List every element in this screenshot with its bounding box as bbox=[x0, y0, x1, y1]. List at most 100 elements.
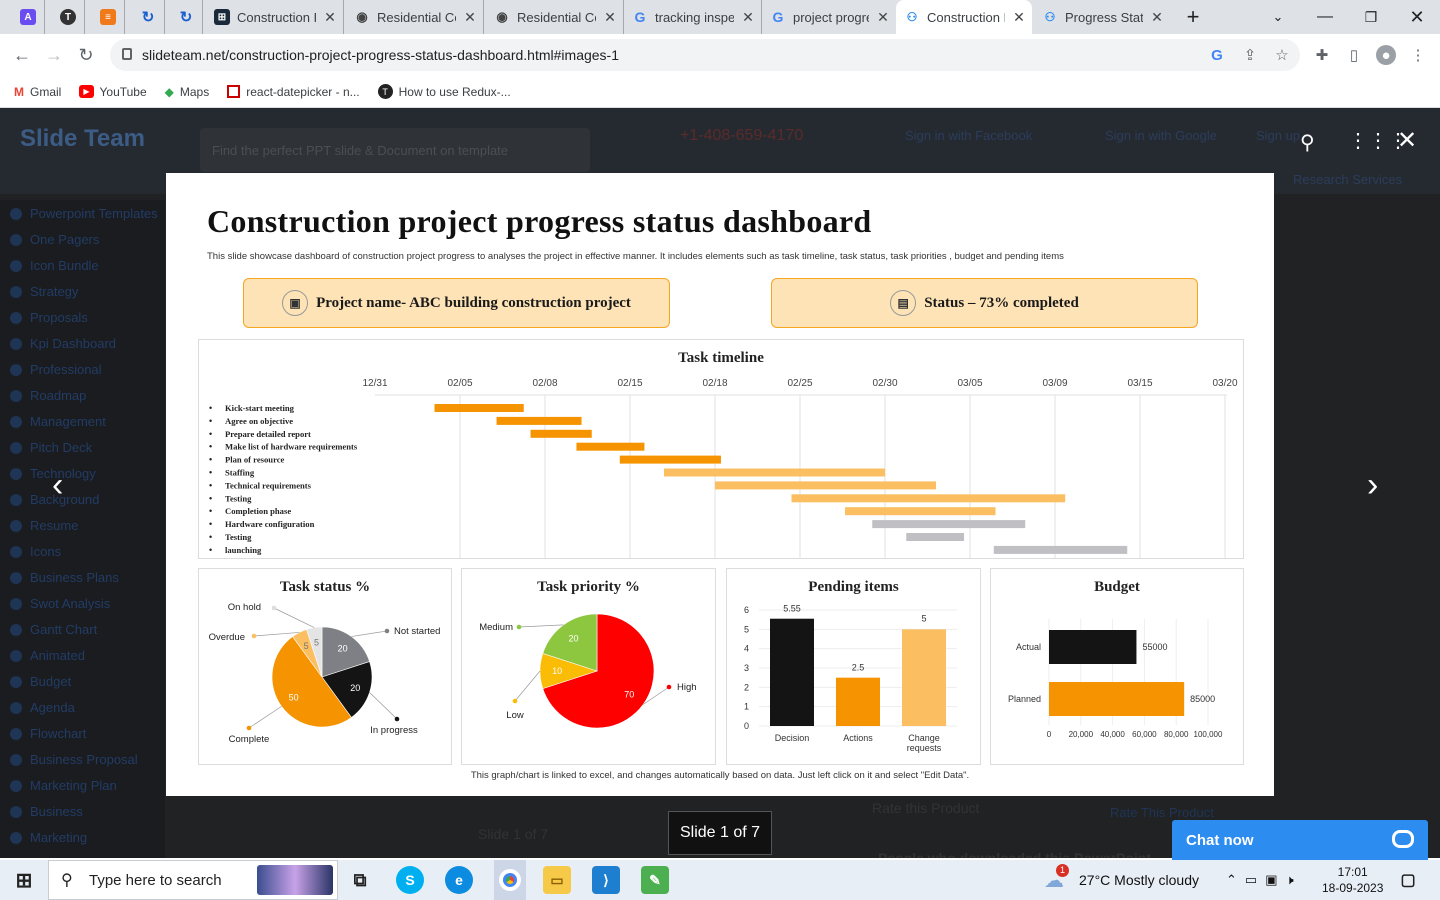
sidebar-item[interactable]: Proposals bbox=[10, 310, 88, 325]
sidebar-bullet-icon bbox=[10, 519, 22, 532]
tab-pinned-1[interactable]: A bbox=[12, 0, 45, 34]
chat-now-button[interactable]: Chat now bbox=[1172, 820, 1428, 860]
restore-icon[interactable]: ❐ bbox=[1348, 0, 1394, 34]
sidebar-item[interactable]: Budget bbox=[10, 674, 71, 689]
next-slide-chevron-icon[interactable]: › bbox=[1367, 466, 1378, 505]
file-explorer-icon[interactable]: ▭ bbox=[543, 866, 571, 894]
close-tab-icon[interactable]: ✕ bbox=[603, 9, 617, 26]
gantt-task-label: Prepare detailed report bbox=[225, 429, 311, 439]
bookmark-react-datepicker[interactable]: react-datepicker - n... bbox=[227, 85, 360, 99]
signin-google[interactable]: Sign in with Google bbox=[1105, 128, 1217, 143]
tab-construction-active[interactable]: ⚇ Construction P ✕ bbox=[896, 0, 1032, 34]
tab-residential-2[interactable]: ◉ Residential Co ✕ bbox=[486, 0, 624, 34]
tab-progress-status[interactable]: ⚇ Progress Statu ✕ bbox=[1034, 0, 1170, 34]
close-tab-icon[interactable]: ✕ bbox=[323, 9, 337, 26]
tray-chevron-icon[interactable]: ⌃ bbox=[1226, 872, 1237, 888]
tab-project-progress[interactable]: Gproject progre ✕ bbox=[762, 0, 896, 34]
windows-start-icon[interactable]: ⊞ bbox=[10, 866, 38, 894]
menu-kebab-icon[interactable]: ⋮ bbox=[1408, 45, 1428, 65]
close-tab-icon[interactable]: ✕ bbox=[1012, 9, 1026, 26]
sidebar-item[interactable]: Icon Bundle bbox=[10, 258, 99, 273]
gantt-x-tick: 02/18 bbox=[702, 378, 727, 389]
sidebar-item[interactable]: Swot Analysis bbox=[10, 596, 110, 611]
bar-y-tick: 0 bbox=[744, 721, 749, 731]
rate-product-link[interactable]: Rate This Product bbox=[1110, 805, 1214, 820]
extensions-icon[interactable]: ✚ bbox=[1312, 45, 1332, 65]
google-lens-icon[interactable]: G bbox=[1207, 45, 1227, 65]
sidebar-item[interactable]: Agenda bbox=[10, 700, 75, 715]
taskbar-search-input[interactable]: ⚲ Type here to search bbox=[48, 860, 338, 900]
bookmark-star-icon[interactable]: ☆ bbox=[1272, 45, 1292, 65]
signin-facebook[interactable]: Sign in with Facebook bbox=[905, 128, 1032, 143]
bookmark-maps[interactable]: ◆ Maps bbox=[165, 85, 210, 99]
sidebar-item[interactable]: Strategy bbox=[10, 284, 78, 299]
skype-icon[interactable]: S bbox=[396, 866, 424, 894]
sidebar-item[interactable]: Animated bbox=[10, 648, 85, 663]
bar-data-label: 5.55 bbox=[783, 604, 801, 614]
reload-icon[interactable]: ↻ bbox=[72, 41, 100, 69]
weather-widget[interactable]: ☁ 1 27°C Mostly cloudy bbox=[1044, 860, 1199, 900]
edge-icon[interactable]: e bbox=[445, 866, 473, 894]
close-tab-icon[interactable]: ✕ bbox=[463, 9, 477, 26]
forward-arrow-icon[interactable]: → bbox=[40, 41, 68, 69]
tab-construction-1[interactable]: ⊞ Construction P ✕ bbox=[206, 0, 344, 34]
sidebar-item[interactable]: Flowchart bbox=[10, 726, 86, 741]
sidebar-item[interactable]: Professional bbox=[10, 362, 102, 377]
clock[interactable]: 17:01 18-09-2023 bbox=[1322, 860, 1383, 900]
sidebar-item[interactable]: Business bbox=[10, 804, 83, 819]
site-logo[interactable]: Slide Team bbox=[20, 126, 160, 152]
share-icon[interactable]: ⇪ bbox=[1240, 45, 1260, 65]
bookmark-redux[interactable]: T How to use Redux-... bbox=[377, 84, 511, 99]
sidebar-item[interactable]: Management bbox=[10, 414, 106, 429]
tab-pinned-4[interactable]: ↻ bbox=[132, 0, 165, 34]
address-bar[interactable]: slideteam.net/construction-project-progr… bbox=[110, 39, 1300, 71]
editor-app-icon[interactable]: ✎ bbox=[641, 866, 669, 894]
volume-muted-icon[interactable]: 🕨 bbox=[1286, 872, 1294, 888]
search-icon[interactable]: ⚲ bbox=[1300, 130, 1315, 155]
bookmark-youtube[interactable]: ▶ YouTube bbox=[79, 85, 147, 99]
chrome-active-icon[interactable] bbox=[494, 860, 526, 900]
tab-tracking[interactable]: Gtracking inspe ✕ bbox=[624, 0, 762, 34]
app-icon-orange: ≡ bbox=[100, 9, 116, 25]
close-tab-icon[interactable]: ✕ bbox=[1150, 9, 1164, 26]
tab-pinned-2[interactable]: T bbox=[52, 0, 85, 34]
close-tab-icon[interactable]: ✕ bbox=[741, 9, 755, 26]
close-icon[interactable]: ✕ bbox=[1397, 126, 1417, 155]
bookmark-gmail[interactable]: M Gmail bbox=[14, 85, 61, 99]
sidebar-item[interactable]: Kpi Dashboard bbox=[10, 336, 116, 351]
close-tab-icon[interactable]: ✕ bbox=[876, 9, 890, 26]
sidebar-item[interactable]: Pitch Deck bbox=[10, 440, 92, 455]
sidebar-bullet-icon bbox=[10, 285, 22, 298]
signup-link[interactable]: Sign up bbox=[1256, 128, 1300, 143]
network-icon[interactable]: ▣ bbox=[1265, 872, 1277, 888]
research-services-link[interactable]: Research Services bbox=[1293, 172, 1402, 187]
tab-residential-1[interactable]: ◉ Residential Co ✕ bbox=[346, 0, 484, 34]
side-panel-icon[interactable]: ▯ bbox=[1344, 45, 1364, 65]
sidebar-item[interactable]: Roadmap bbox=[10, 388, 86, 403]
back-arrow-icon[interactable]: ← bbox=[8, 41, 36, 69]
sidebar-item[interactable]: Business Plans bbox=[10, 570, 119, 585]
gantt-task-label: Staffing bbox=[225, 468, 255, 478]
prev-slide-chevron-icon[interactable]: ‹ bbox=[52, 466, 63, 505]
tab-pinned-3[interactable]: ≡ bbox=[92, 0, 125, 34]
vscode-icon[interactable]: ⟩ bbox=[592, 866, 620, 894]
sidebar-item[interactable]: Icons bbox=[10, 544, 61, 559]
pie-leader-dot bbox=[516, 624, 522, 630]
sidebar-item[interactable]: Marketing bbox=[10, 830, 87, 845]
battery-icon[interactable]: ▭ bbox=[1245, 872, 1257, 888]
site-search-input[interactable]: Find the perfect PPT slide & Document on… bbox=[200, 128, 590, 172]
sidebar-item[interactable]: One Pagers bbox=[10, 232, 99, 247]
new-tab-icon[interactable]: + bbox=[1170, 0, 1216, 34]
tab-search-chevron-icon[interactable]: ⌄ bbox=[1255, 0, 1301, 34]
profile-avatar-icon[interactable]: ● bbox=[1376, 45, 1396, 65]
sidebar-item[interactable]: Resume bbox=[10, 518, 78, 533]
task-view-icon[interactable]: ⧉ bbox=[346, 866, 374, 894]
minimize-icon[interactable]: — bbox=[1302, 0, 1348, 34]
sidebar-item[interactable]: Powerpoint Templates bbox=[10, 206, 158, 221]
sidebar-item[interactable]: Marketing Plan bbox=[10, 778, 117, 793]
close-window-icon[interactable]: ✕ bbox=[1394, 0, 1440, 34]
sidebar-item[interactable]: Business Proposal bbox=[10, 752, 138, 767]
tab-pinned-5[interactable]: ↻ bbox=[170, 0, 203, 34]
notifications-icon[interactable]: ▢ bbox=[1394, 866, 1422, 894]
sidebar-item[interactable]: Gantt Chart bbox=[10, 622, 97, 637]
